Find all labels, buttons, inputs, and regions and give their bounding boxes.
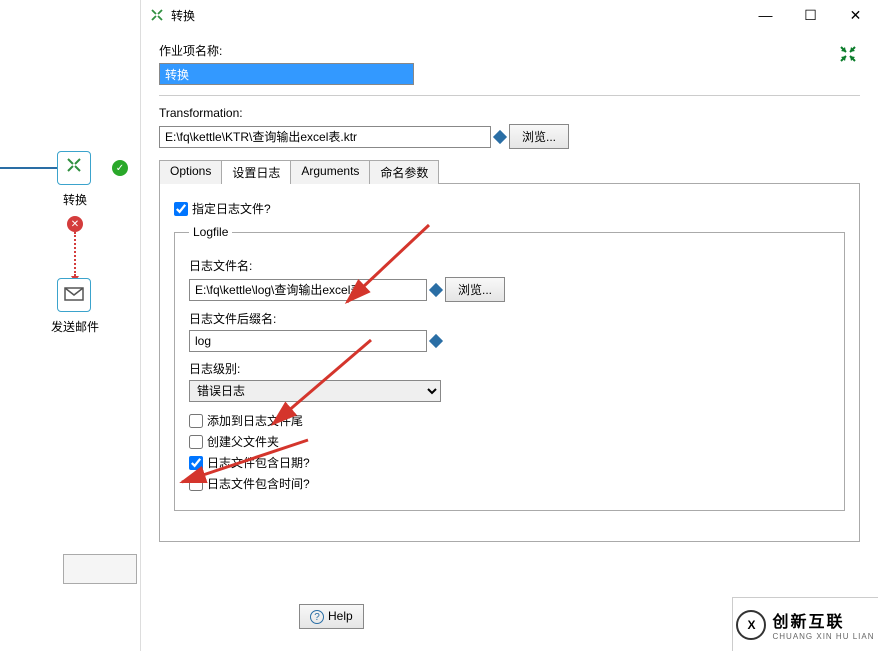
tab-bar: Options 设置日志 Arguments 命名参数 (159, 159, 860, 184)
logfile-legend: Logfile (189, 225, 232, 239)
specify-logfile-label: 指定日志文件? (192, 200, 271, 217)
step-transform[interactable] (57, 151, 91, 185)
job-entry-name-label: 作业项名称: (159, 42, 860, 59)
canvas-panel-corner (63, 554, 137, 584)
append-logfile-label: 添加到日志文件尾 (207, 412, 303, 429)
hop-success-icon: ✓ (112, 160, 128, 176)
window-close-button[interactable]: ✕ (833, 0, 878, 30)
create-parent-folder-checkbox[interactable] (189, 435, 203, 449)
brand-watermark: X 创新互联 CHUANG XIN HU LIAN (732, 597, 878, 651)
collapse-icon[interactable] (838, 44, 858, 70)
logfile-ext-input[interactable] (189, 330, 427, 352)
tab-options[interactable]: Options (159, 160, 222, 184)
step-send-mail-label: 发送邮件 (45, 318, 105, 335)
window-maximize-button[interactable]: ☐ (788, 0, 833, 30)
transform-icon (64, 155, 84, 181)
browse-transformation-button[interactable]: 浏览... (509, 124, 569, 149)
dialog-icon (149, 7, 165, 23)
create-parent-folder-label: 创建父文件夹 (207, 433, 279, 450)
hop-line-incoming (0, 167, 57, 169)
tab-set-log[interactable]: 设置日志 (221, 160, 291, 184)
transformation-path-input[interactable] (159, 126, 491, 148)
variable-diamond-icon[interactable] (429, 282, 443, 296)
separator (159, 95, 860, 96)
help-button[interactable]: ?Help (299, 604, 364, 629)
browse-logfile-button[interactable]: 浏览... (445, 277, 505, 302)
tab-named-params[interactable]: 命名参数 (369, 160, 439, 184)
envelope-icon (64, 285, 84, 306)
help-icon: ? (310, 610, 324, 624)
brand-sub: CHUANG XIN HU LIAN (772, 632, 874, 641)
titlebar: 转换 — ☐ ✕ (141, 0, 878, 30)
job-entry-name-input[interactable] (159, 63, 414, 85)
window-minimize-button[interactable]: — (743, 0, 788, 30)
transform-dialog: 转换 — ☐ ✕ 作业项名称: Transformation: 浏览... Op… (140, 0, 878, 651)
step-send-mail[interactable] (57, 278, 91, 312)
logfile-ext-label: 日志文件后缀名: (189, 310, 830, 327)
window-controls: — ☐ ✕ (743, 0, 878, 30)
logfile-fieldset: Logfile 日志文件名: 浏览... 日志文件后缀名: 日志级别: 错误日志 (174, 225, 845, 511)
append-logfile-checkbox[interactable] (189, 414, 203, 428)
include-date-label: 日志文件包含日期? (207, 454, 310, 471)
transformation-label: Transformation: (159, 106, 860, 120)
include-date-checkbox[interactable] (189, 456, 203, 470)
kettle-canvas[interactable]: 转换 ✓ ✕ 发送邮件 (0, 0, 140, 580)
variable-diamond-icon[interactable] (493, 129, 507, 143)
variable-diamond-icon[interactable] (429, 334, 443, 348)
log-level-select[interactable]: 错误日志 (189, 380, 441, 402)
specify-logfile-checkbox[interactable] (174, 202, 188, 216)
logfile-name-input[interactable] (189, 279, 427, 301)
include-time-label: 日志文件包含时间? (207, 475, 310, 492)
hop-error-arrow (74, 232, 76, 276)
dialog-title: 转换 (171, 7, 195, 24)
include-time-checkbox[interactable] (189, 477, 203, 491)
brand-logo-icon: X (736, 610, 766, 640)
tab-arguments[interactable]: Arguments (290, 160, 370, 184)
step-transform-label: 转换 (45, 191, 105, 208)
log-level-label: 日志级别: (189, 360, 830, 377)
tab-panel-setlog: 指定日志文件? Logfile 日志文件名: 浏览... 日志文件后缀名: 日志… (159, 184, 860, 542)
hop-error-icon: ✕ (67, 216, 83, 232)
logfile-name-label: 日志文件名: (189, 257, 830, 274)
help-container: ?Help (299, 604, 364, 629)
brand-name: 创新互联 (772, 614, 844, 631)
